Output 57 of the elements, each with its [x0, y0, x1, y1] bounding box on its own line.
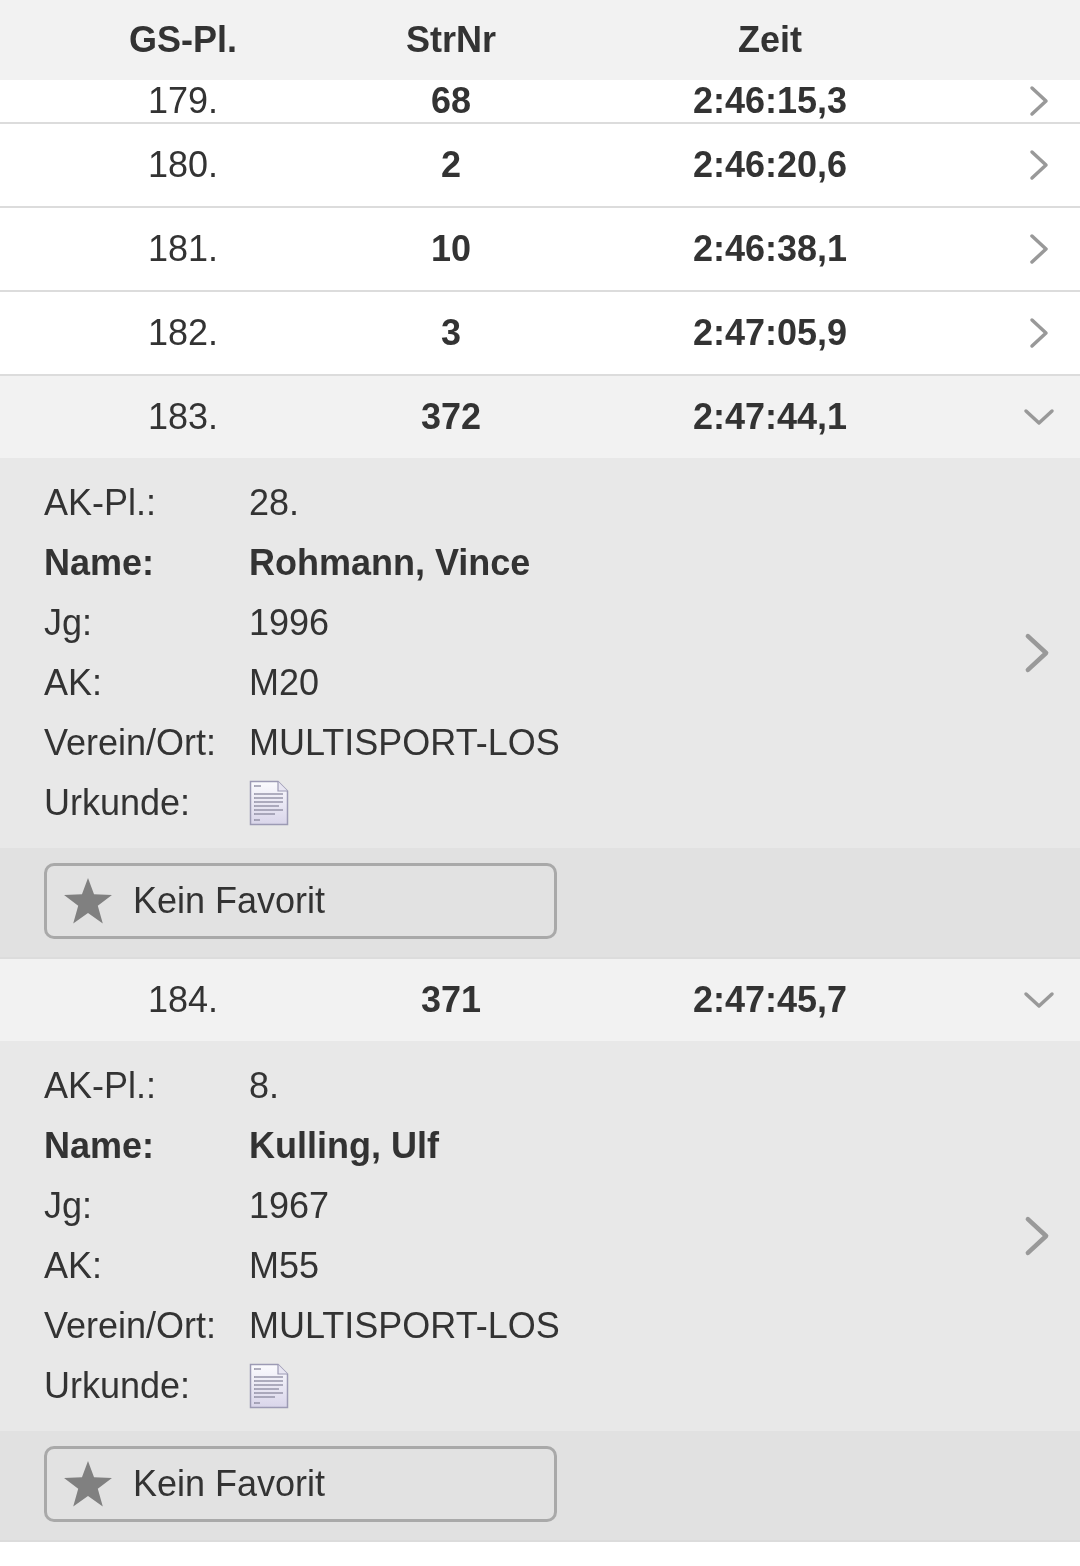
place-text: 183. — [147, 399, 219, 435]
bib-number: 372 — [420, 399, 482, 435]
column-header[interactable]: GS-Pl. — [129, 22, 237, 58]
detail-value: 28. — [249, 485, 300, 521]
place-text: 182. — [147, 315, 219, 351]
bib-number: 2 — [441, 147, 461, 183]
detail-value: Kulling, Ulf — [249, 1128, 439, 1164]
detail-label: Urkunde: — [44, 785, 192, 821]
finish-time: 2:46:20,6 — [692, 147, 848, 183]
favorite-button[interactable]: Kein Favorit — [44, 863, 557, 939]
detail-label: Name: — [44, 1128, 156, 1164]
column-header[interactable]: Zeit — [738, 22, 802, 58]
bib-number: 68 — [430, 83, 471, 119]
finish-time: 2:46:38,1 — [692, 231, 848, 267]
bib-number: 371 — [420, 982, 482, 1018]
place-text: 181. — [147, 231, 219, 267]
detail-label: AK-Pl.: — [44, 1068, 158, 1104]
detail-value: 1996 — [249, 605, 330, 641]
detail-value: 8. — [249, 1068, 280, 1104]
document-icon[interactable] — [249, 780, 289, 826]
finish-time: 2:47:44,1 — [692, 399, 848, 435]
detail-value: M55 — [249, 1248, 320, 1284]
detail-label: Verein/Ort: — [44, 1308, 218, 1344]
detail-label: Verein/Ort: — [44, 725, 218, 761]
detail-value: M20 — [249, 665, 320, 701]
detail-label: AK: — [44, 1248, 104, 1284]
detail-value: Rohmann, Vince — [249, 545, 531, 581]
finish-time: 2:47:45,7 — [692, 982, 848, 1018]
chevron-right-icon[interactable] — [1029, 85, 1049, 117]
finish-time: 2:46:15,3 — [692, 83, 848, 119]
chevron-down-icon[interactable] — [1023, 991, 1055, 1009]
bib-number: 3 — [441, 315, 461, 351]
result-row[interactable]: 184. 371 2:47:45,7 — [0, 959, 1080, 1041]
chevron-down-icon[interactable] — [1023, 408, 1055, 426]
detail-value: MULTISPORT-LOS — [249, 725, 560, 761]
result-row[interactable]: 183. 372 2:47:44,1 — [0, 376, 1080, 458]
column-header[interactable]: StrNr — [406, 22, 496, 58]
detail-label: Name: — [44, 545, 156, 581]
detail-value: 1967 — [249, 1188, 330, 1224]
document-icon[interactable] — [249, 1363, 289, 1409]
finish-time: 2:47:05,9 — [692, 315, 848, 351]
chevron-right-icon[interactable] — [1024, 1214, 1050, 1258]
detail-label: Urkunde: — [44, 1368, 192, 1404]
detail-value: MULTISPORT-LOS — [249, 1308, 560, 1344]
detail-label: Jg: — [44, 605, 94, 641]
bib-number: 10 — [430, 231, 471, 267]
detail-label: AK: — [44, 665, 104, 701]
chevron-right-icon[interactable] — [1024, 631, 1050, 675]
chevron-right-icon[interactable] — [1029, 149, 1049, 181]
chevron-right-icon[interactable] — [1029, 233, 1049, 265]
detail-label: Jg: — [44, 1188, 94, 1224]
favorite-button[interactable]: Kein Favorit — [44, 1446, 557, 1522]
chevron-right-icon[interactable] — [1029, 317, 1049, 349]
place-text: 179. — [147, 83, 219, 119]
detail-label: AK-Pl.: — [44, 485, 158, 521]
place-text: 184. — [147, 982, 219, 1018]
place-text: 180. — [147, 147, 219, 183]
